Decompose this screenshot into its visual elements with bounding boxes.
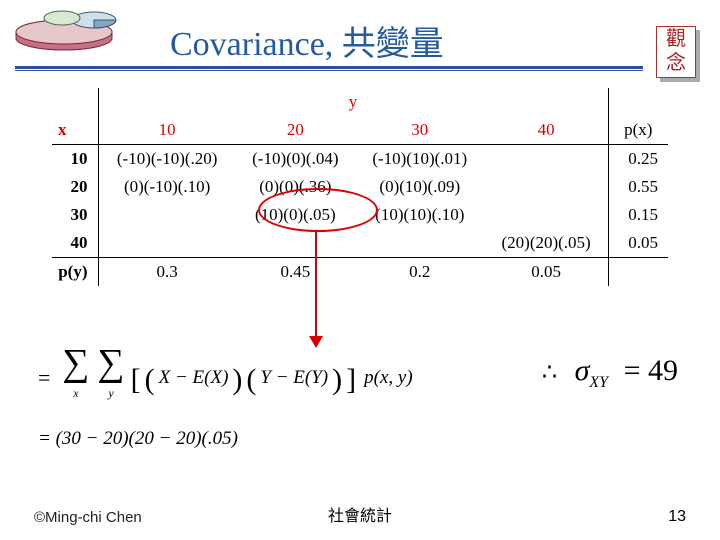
cell-0-0: (-10)(-10)(.20)	[98, 145, 236, 174]
x-axis-label: x	[52, 116, 98, 145]
px-header: p(x)	[608, 116, 668, 145]
concept-line2: 念	[657, 51, 695, 75]
footer-page-number: 13	[668, 508, 686, 526]
arrow-stem	[315, 232, 317, 340]
py-0: 0.3	[98, 258, 236, 287]
cell-0-2: (-10)(10)(.01)	[355, 145, 485, 174]
y-val-1: 20	[236, 116, 355, 145]
cell-3-1	[236, 229, 355, 258]
x-row-2: 30	[52, 201, 98, 229]
cell-1-1: (0)(0)(.36)	[236, 173, 355, 201]
term-pxy: p(x, y)	[364, 367, 413, 389]
py-3: 0.05	[485, 258, 608, 287]
py-header: p(y)	[52, 258, 98, 287]
py-1: 0.45	[236, 258, 355, 287]
cell-3-0	[98, 229, 236, 258]
title-underline-thin	[15, 70, 643, 71]
cell-0-1: (-10)(0)(.04)	[236, 145, 355, 174]
therefore-icon: ∴	[542, 360, 557, 386]
formula-line-2: = (30 − 20)(20 − 20)(.05)	[38, 428, 413, 450]
sigma-sum-x-icon: ∑x	[62, 346, 89, 410]
px-1: 0.55	[608, 173, 668, 201]
y-val-3: 40	[485, 116, 608, 145]
x-row-0: 10	[52, 145, 98, 174]
cell-1-2: (0)(10)(.09)	[355, 173, 485, 201]
sigma-sum-y-icon: ∑y	[98, 346, 125, 410]
formula-line-1: = ∑x ∑y [ ( X − E(X) ) ( Y − E(Y) ) ] p(…	[38, 346, 413, 410]
x-row-1: 20	[52, 173, 98, 201]
term-y: Y − E(Y)	[260, 367, 328, 389]
footer-course: 社會統計	[0, 502, 720, 526]
cell-1-3	[485, 173, 608, 201]
concept-line1: 觀	[657, 27, 695, 51]
cell-2-2: (10)(10)(.10)	[355, 201, 485, 229]
cell-1-0: (0)(-10)(.10)	[98, 173, 236, 201]
result-covariance: ∴ σXY = 49	[542, 354, 678, 392]
title-underline	[15, 66, 643, 69]
px-0: 0.25	[608, 145, 668, 174]
px-3: 0.05	[608, 229, 668, 258]
cell-2-1: (10)(0)(.05)	[236, 201, 355, 229]
cell-3-3: (20)(20)(.05)	[485, 229, 608, 258]
y-val-2: 30	[355, 116, 485, 145]
y-val-0: 10	[98, 116, 236, 145]
cell-2-0	[98, 201, 236, 229]
cell-0-3	[485, 145, 608, 174]
px-2: 0.15	[608, 201, 668, 229]
covariance-table: y x 10 20 30 40 p(x) 10 (-10)(-10)(.20) …	[52, 88, 668, 286]
slide: Covariance, 共變量 觀 念 y x 10 20 30 40 p(x)…	[0, 0, 720, 540]
logo-pie-chart	[12, 8, 142, 54]
concept-badge: 觀 念	[656, 26, 700, 82]
cell-2-3	[485, 201, 608, 229]
slide-title: Covariance, 共變量	[170, 16, 444, 65]
py-2: 0.2	[355, 258, 485, 287]
x-row-3: 40	[52, 229, 98, 258]
term-x: X − E(X)	[159, 367, 229, 389]
formula-block: = ∑x ∑y [ ( X − E(X) ) ( Y − E(Y) ) ] p(…	[38, 346, 413, 450]
cell-3-2	[355, 229, 485, 258]
y-axis-label: y	[98, 88, 608, 116]
